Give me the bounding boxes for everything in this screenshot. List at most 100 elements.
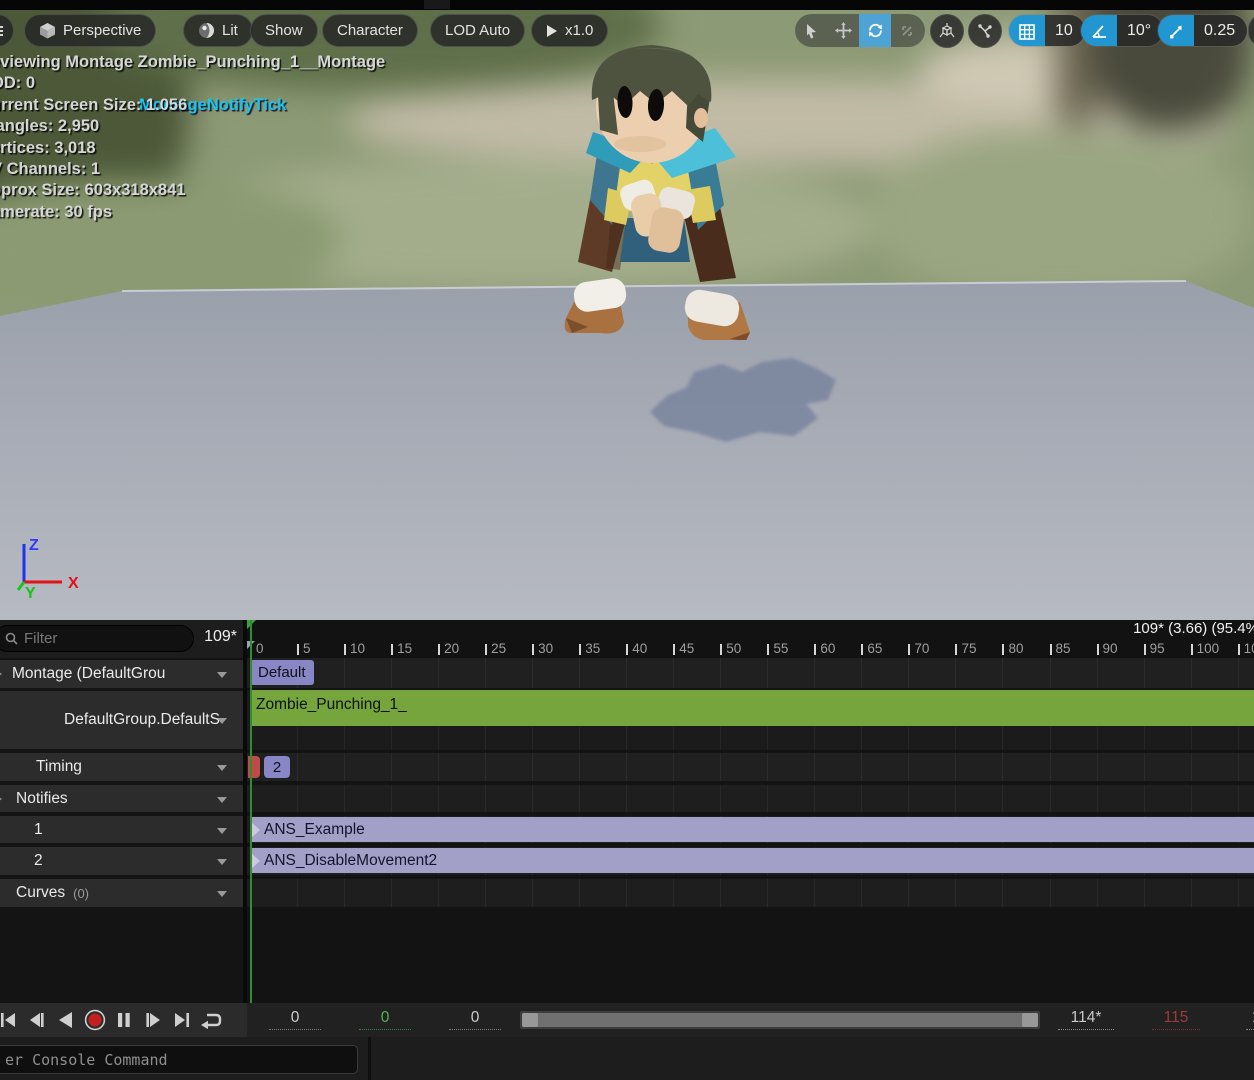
filter-searchbox[interactable]: [0, 625, 194, 652]
move-tool-button[interactable]: [827, 14, 859, 47]
debug-previewing: eviewing Montage Zombie_Punching_1__Mont…: [0, 52, 385, 73]
chevron-down-icon[interactable]: [217, 797, 227, 803]
surface-snapping-button[interactable]: [968, 14, 1002, 48]
go-to-front-button[interactable]: [0, 1003, 22, 1037]
section-badge-default[interactable]: Default: [250, 660, 314, 685]
play-backward-button[interactable]: [51, 1003, 80, 1037]
scale-tool-button[interactable]: [891, 14, 923, 47]
expander-icon[interactable]: [0, 670, 2, 678]
scrollbar-thumb[interactable]: [522, 1013, 1038, 1027]
grid-line: [1191, 879, 1192, 907]
slot-track[interactable]: Zombie_Punching_1_: [247, 690, 1254, 750]
select-tool-button[interactable]: [795, 14, 827, 47]
grid-line: [485, 753, 486, 781]
chevron-down-icon[interactable]: [217, 718, 227, 724]
character-button[interactable]: Character: [322, 14, 418, 47]
percentage-field[interactable]: 0: [449, 1009, 501, 1030]
slot-row[interactable]: DefaultGroup.DefaultS: [0, 691, 243, 749]
scale-snap-control[interactable]: 0.25: [1157, 14, 1248, 47]
debug-vertices: ertices: 3,018: [0, 138, 385, 159]
grid-line: [720, 753, 721, 781]
grid-line: [344, 753, 345, 781]
notify-state-bar[interactable]: ANS_Example: [250, 817, 1254, 842]
notifies-header-track[interactable]: [247, 785, 1254, 812]
grid-line: [438, 785, 439, 812]
range-start-field[interactable]: 114*: [1058, 1009, 1114, 1030]
perspective-button[interactable]: Perspective: [24, 14, 156, 47]
record-button[interactable]: [80, 1003, 109, 1037]
chevron-down-icon[interactable]: [217, 859, 227, 865]
timeline-track-area[interactable]: 109* (3.66) (95.4% 051015202530354045505…: [247, 620, 1254, 1003]
current-time-field[interactable]: 0: [359, 1009, 411, 1030]
viewport-menu-button[interactable]: [0, 14, 14, 47]
chevron-down-icon[interactable]: [217, 672, 227, 678]
chevron-down-icon[interactable]: [217, 891, 227, 897]
notify-track-1[interactable]: ANS_Example: [247, 816, 1254, 843]
lit-button[interactable]: Lit: [183, 14, 253, 47]
angle-snap-control[interactable]: 10°: [1080, 14, 1164, 47]
playback-speed-button[interactable]: x1.0: [531, 14, 608, 47]
ruler-tick-label: 90: [1103, 641, 1118, 656]
anim-segment-bar[interactable]: Zombie_Punching_1_: [250, 690, 1254, 726]
console-command-input[interactable]: [0, 1045, 358, 1074]
notify-track1-row[interactable]: 1: [0, 816, 243, 843]
go-to-end-button[interactable]: [167, 1003, 196, 1037]
lit-sphere-icon: [198, 22, 215, 39]
notify-track1-label: 1: [34, 821, 43, 839]
bottom-divider: [368, 1037, 371, 1080]
timeline-ruler[interactable]: 109* (3.66) (95.4% 051015202530354045505…: [247, 620, 1254, 658]
timing-badge-2[interactable]: 2: [264, 756, 290, 778]
notify-track-2[interactable]: ANS_DisableMovement2: [247, 847, 1254, 875]
pause-button[interactable]: [109, 1003, 138, 1037]
scrollbar-left-handle[interactable]: [522, 1013, 538, 1027]
notifies-row[interactable]: Notifies: [0, 785, 243, 812]
coordinate-system-button[interactable]: [930, 14, 964, 48]
step-forward-button[interactable]: [138, 1003, 167, 1037]
filter-input[interactable]: [24, 630, 174, 647]
notify-state-bar[interactable]: ANS_DisableMovement2: [250, 848, 1254, 873]
ruler-tick-mark: [1002, 644, 1004, 655]
scrollbar-right-handle[interactable]: [1022, 1013, 1038, 1027]
grid-line: [767, 785, 768, 812]
ruler-tick-label: 95: [1150, 641, 1165, 656]
playhead-line[interactable]: [250, 620, 252, 1003]
section-track[interactable]: Default: [247, 658, 1254, 688]
snap-arrows-icon: [976, 22, 994, 40]
timing-track[interactable]: 2: [247, 753, 1254, 781]
timing-label: Timing: [36, 758, 82, 776]
lod-auto-button[interactable]: LOD Auto: [430, 14, 525, 47]
debug-lod: OD: 0: [0, 73, 385, 94]
ruler-tick-label: 25: [491, 641, 506, 656]
timeline-zoom-scrollbar[interactable]: [520, 1011, 1040, 1029]
grid-line: [1002, 658, 1003, 688]
notify-track2-row[interactable]: 2: [0, 847, 243, 875]
grid-snap-control[interactable]: 10: [1008, 14, 1086, 47]
expander-icon[interactable]: [0, 795, 2, 803]
clipped-range-field[interactable]: 1: [1246, 1009, 1254, 1030]
rotate-tool-button[interactable]: [859, 14, 891, 47]
chevron-down-icon[interactable]: [217, 765, 227, 771]
loop-button[interactable]: [196, 1003, 225, 1037]
perspective-label: Perspective: [63, 22, 141, 39]
grid-line: [532, 879, 533, 907]
grid-line: [814, 658, 815, 688]
grid-line: [1144, 785, 1145, 812]
debug-framerate: amerate: 30 fps: [0, 202, 385, 223]
grid-line: [767, 658, 768, 688]
ruler-tick-mark: [1097, 644, 1099, 655]
axis-z-label: Z: [29, 537, 39, 554]
current-frame-field[interactable]: 0: [269, 1009, 321, 1030]
show-button[interactable]: Show: [250, 14, 318, 47]
camera-speed-button[interactable]: [1248, 14, 1254, 47]
montage-group-row[interactable]: Montage (DefaultGrou: [0, 660, 243, 688]
3d-viewport[interactable]: eviewing Montage Zombie_Punching_1__Mont…: [0, 10, 1254, 620]
grid-line: [297, 785, 298, 812]
range-end-field[interactable]: 115: [1152, 1009, 1200, 1030]
timing-row[interactable]: Timing: [0, 753, 243, 781]
curves-track[interactable]: [247, 879, 1254, 907]
step-backward-button[interactable]: [22, 1003, 51, 1037]
chevron-down-icon[interactable]: [217, 828, 227, 834]
grid-line: [767, 879, 768, 907]
ruler-tick-mark: [391, 644, 393, 655]
curves-row[interactable]: Curves (0): [0, 879, 243, 907]
